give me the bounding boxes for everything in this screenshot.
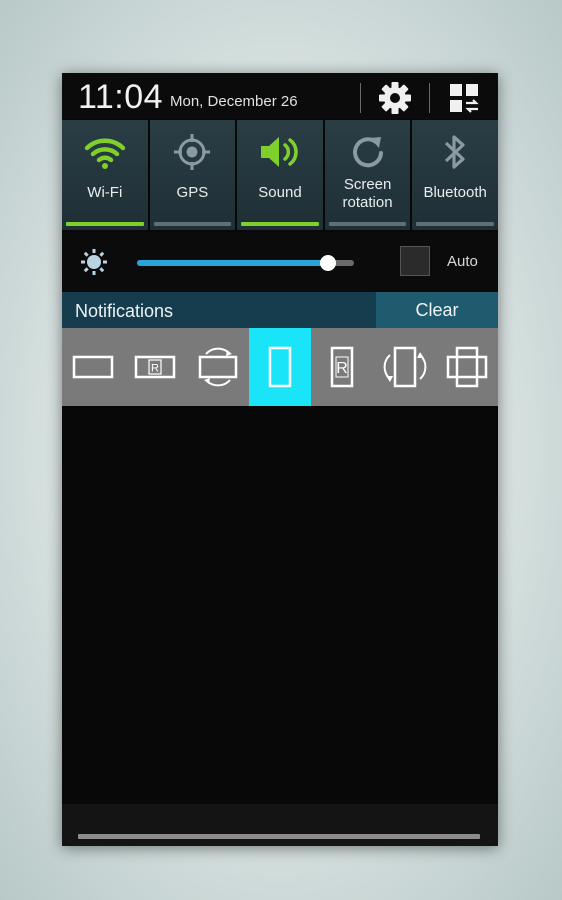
orientation-landscape-locked[interactable]: R <box>124 328 186 406</box>
divider <box>360 83 361 113</box>
notifications-title: Notifications <box>75 301 174 321</box>
toggle-status-bar <box>66 222 144 226</box>
settings-button[interactable] <box>375 78 415 118</box>
brightness-slider-thumb[interactable] <box>319 255 336 271</box>
quick-toggles: Wi-Fi GPS Sound Screen rotation Bluetoot… <box>62 120 498 230</box>
wifi-icon <box>84 138 126 169</box>
toggle-bluetooth[interactable]: Bluetooth <box>412 120 498 230</box>
gear-icon <box>379 82 411 114</box>
date-label: Mon, December 26 <box>170 93 298 110</box>
notifications-header: Notifications Clear <box>62 292 498 328</box>
divider <box>429 83 430 113</box>
brightness-sun-icon <box>81 249 107 275</box>
toggle-label: Screen rotation <box>325 176 411 212</box>
clear-button[interactable]: Clear <box>376 292 498 328</box>
gps-icon <box>174 134 211 170</box>
brightness-slider[interactable] <box>137 255 354 271</box>
auto-rotate-portrait-icon <box>383 346 426 388</box>
toggle-status-bar <box>328 222 407 226</box>
toggle-sound[interactable]: Sound <box>237 120 323 230</box>
rotate-icon <box>352 137 383 168</box>
landscape-locked-icon: R <box>135 355 176 379</box>
svg-text:R: R <box>336 360 348 377</box>
speaker-icon <box>260 137 298 167</box>
toggle-label-line: Screen <box>343 176 392 193</box>
toggle-label: Wi-Fi <box>87 184 123 201</box>
shade-bottom-bar <box>62 804 498 846</box>
orientation-selector: R R <box>62 328 498 406</box>
toggle-status-bar <box>416 222 494 226</box>
toggle-gps[interactable]: GPS <box>149 120 236 230</box>
quick-panel-button[interactable] <box>444 78 484 118</box>
toggle-status-bar <box>241 222 319 226</box>
bluetooth-icon <box>445 135 465 169</box>
orientation-portrait-locked[interactable]: R <box>311 328 373 406</box>
auto-brightness-label: Auto <box>447 253 478 270</box>
orientation-auto-landscape[interactable] <box>187 328 249 406</box>
toggle-status-bar <box>153 222 232 226</box>
brightness-slider-fill <box>137 260 328 266</box>
quick-settings-grid-icon <box>450 84 479 113</box>
orientation-portrait[interactable] <box>248 328 312 406</box>
orientation-auto-portrait[interactable] <box>373 328 435 406</box>
orientation-landscape[interactable] <box>62 328 124 406</box>
toggle-label-line: rotation <box>342 194 393 211</box>
toggle-label: Sound <box>258 184 302 201</box>
shade-header: 11:04 Mon, December 26 <box>62 73 498 119</box>
notification-shade: 11:04 Mon, December 26 Wi-Fi GPS Sound S… <box>62 73 498 846</box>
auto-rotate-landscape-icon <box>198 347 237 387</box>
clock: 11:04 <box>78 78 164 116</box>
orientation-full-sensor[interactable] <box>436 328 498 406</box>
toggle-label: Bluetooth <box>423 184 487 201</box>
toggle-wifi[interactable]: Wi-Fi <box>62 120 148 230</box>
landscape-icon <box>72 355 114 379</box>
shade-drag-handle[interactable] <box>78 834 480 839</box>
portrait-locked-icon: R <box>331 346 354 388</box>
auto-brightness-checkbox[interactable] <box>400 246 430 276</box>
full-sensor-icon <box>446 346 488 388</box>
svg-text:R: R <box>151 363 159 375</box>
toggle-screen-rotation[interactable]: Screen rotation <box>324 120 411 230</box>
brightness-row: Auto <box>62 232 498 292</box>
portrait-icon <box>268 346 292 388</box>
toggle-label: GPS <box>176 184 209 201</box>
